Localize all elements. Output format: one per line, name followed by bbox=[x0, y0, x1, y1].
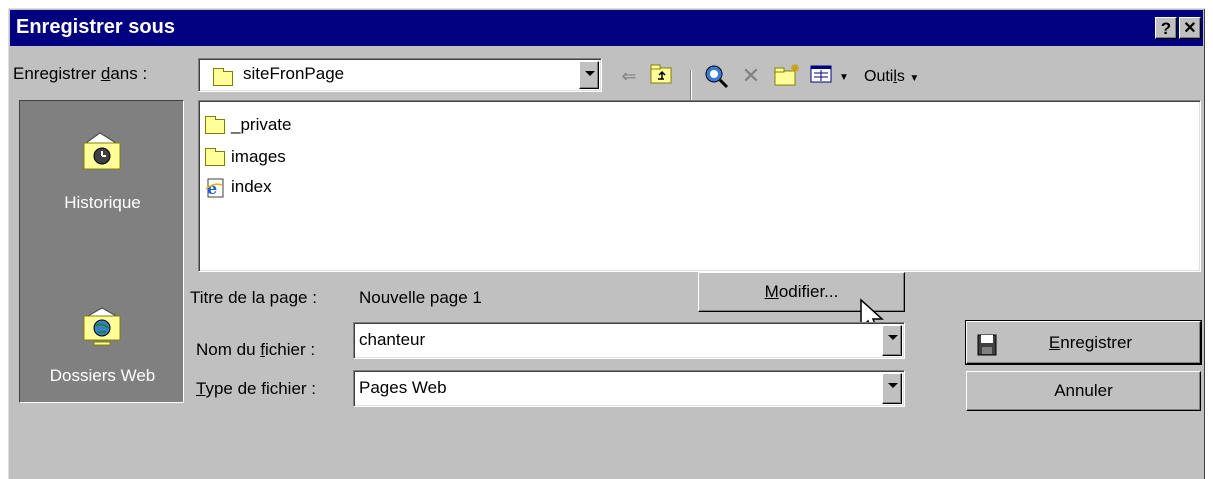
folder-icon bbox=[205, 116, 225, 134]
filetype-select[interactable]: Pages Web bbox=[353, 370, 905, 407]
views-dropdown-icon[interactable]: ▼ bbox=[831, 65, 857, 91]
up-one-level-icon[interactable] bbox=[648, 63, 674, 89]
file-name: index bbox=[231, 177, 272, 196]
list-item[interactable]: e index bbox=[205, 177, 405, 199]
new-folder-icon[interactable] bbox=[773, 63, 799, 89]
back-icon[interactable]: ⇐ bbox=[616, 63, 642, 89]
web-folders-icon bbox=[80, 304, 124, 346]
tools-menu[interactable]: Outils ▼ bbox=[864, 68, 919, 86]
save-in-label: Enregistrer dans : bbox=[13, 64, 148, 83]
place-historique[interactable]: Historique bbox=[20, 121, 185, 221]
filename-label: Nom du fichier : bbox=[196, 340, 316, 359]
file-name: _private bbox=[231, 115, 292, 134]
tools-dropdown-icon: ▼ bbox=[909, 73, 920, 84]
toolbar-separator bbox=[690, 70, 692, 100]
ie-page-icon: e bbox=[205, 178, 225, 198]
save-in-combobox[interactable]: siteFronPage bbox=[198, 58, 602, 92]
search-web-icon[interactable] bbox=[703, 63, 729, 89]
file-list[interactable]: _private images e index bbox=[198, 100, 1201, 272]
filename-input[interactable]: chanteur bbox=[353, 322, 905, 359]
filetype-value: Pages Web bbox=[359, 378, 447, 397]
delete-icon[interactable]: ✕ bbox=[738, 63, 764, 89]
history-folder-icon bbox=[80, 129, 124, 170]
filename-value: chanteur bbox=[359, 330, 426, 349]
file-name: images bbox=[231, 147, 286, 166]
list-item[interactable]: images bbox=[205, 147, 405, 169]
list-item[interactable]: _private bbox=[205, 115, 405, 137]
place-dossiers-web[interactable]: Dossiers Web bbox=[20, 296, 185, 396]
svg-text:e: e bbox=[207, 179, 217, 198]
filetype-label: Type de fichier : bbox=[196, 379, 317, 398]
places-bar: Historique Dossiers Web bbox=[19, 100, 184, 403]
folder-icon bbox=[213, 68, 233, 86]
place-label-historique: Historique bbox=[64, 193, 141, 212]
close-button[interactable]: ✕ bbox=[1179, 17, 1201, 39]
chevron-down-icon[interactable] bbox=[882, 373, 902, 404]
chevron-down-icon[interactable] bbox=[579, 61, 599, 89]
help-button[interactable]: ? bbox=[1155, 17, 1177, 39]
page-title-value: Nouvelle page 1 bbox=[359, 288, 482, 307]
floppy-disk-icon bbox=[977, 330, 997, 356]
page-title-label: Titre de la page : bbox=[190, 288, 317, 307]
place-label-dossiers-web: Dossiers Web bbox=[49, 366, 156, 385]
save-as-dialog: Enregistrer sous ? ✕ Enregistrer dans : … bbox=[8, 8, 1205, 479]
title-bar[interactable]: Enregistrer sous ? ✕ bbox=[10, 10, 1203, 46]
save-in-value: siteFronPage bbox=[243, 64, 345, 83]
folder-icon bbox=[205, 148, 225, 166]
save-button[interactable]: Enregistrer bbox=[965, 320, 1202, 365]
cancel-button[interactable]: Annuler bbox=[966, 371, 1201, 411]
chevron-down-icon[interactable] bbox=[882, 325, 902, 356]
dialog-title: Enregistrer sous bbox=[16, 16, 175, 38]
